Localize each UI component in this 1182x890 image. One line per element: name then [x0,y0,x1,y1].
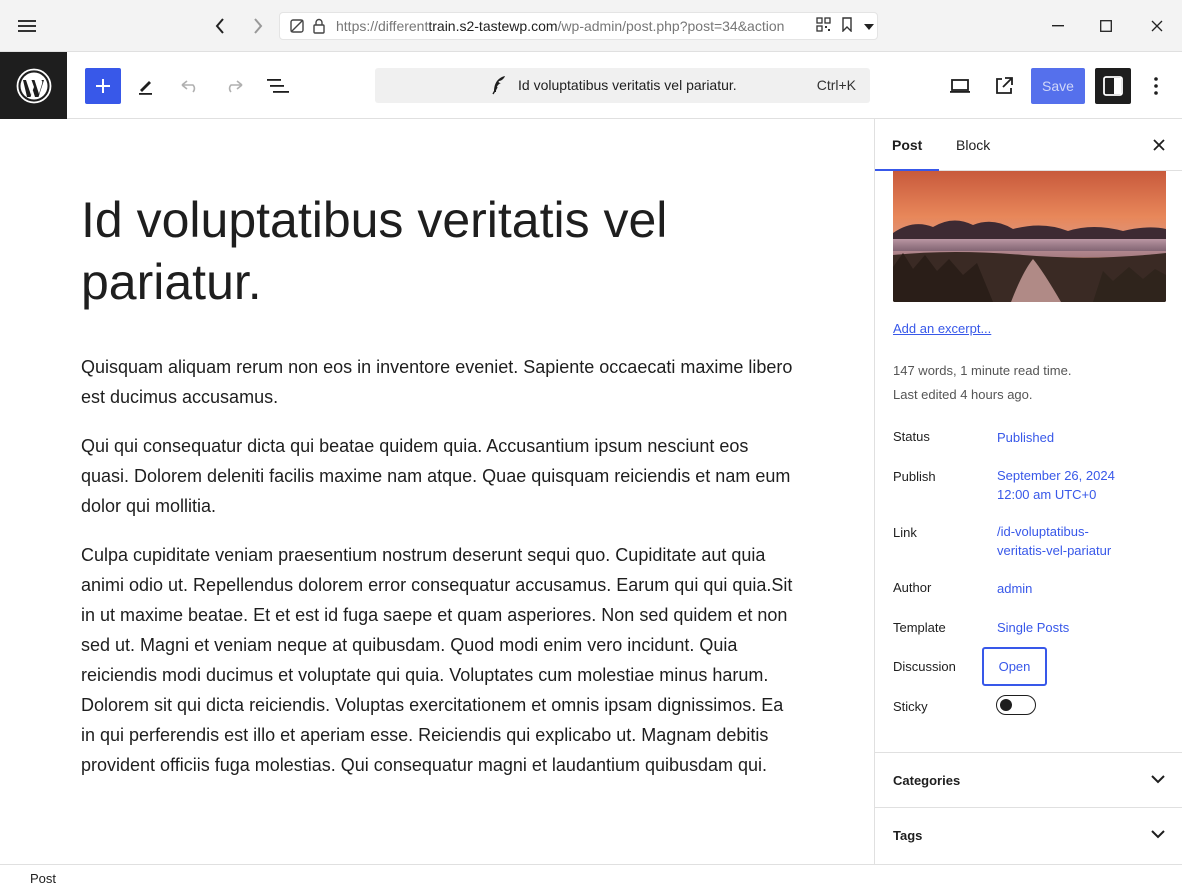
view-post-external-icon[interactable] [986,68,1022,104]
lock-icon[interactable] [310,17,328,35]
categories-panel[interactable]: Categories [875,752,1182,807]
author-button[interactable]: admin [997,579,1157,598]
browser-menu-icon[interactable] [12,12,42,40]
word-count: 147 words, 1 minute read time. [893,363,1072,378]
dropdown-arrow-icon[interactable] [863,18,875,34]
post-meta-info: 147 words, 1 minute read time. Last edit… [893,359,1071,407]
url-prefix: https://different [336,18,429,34]
featured-image[interactable] [893,171,1166,302]
post-title[interactable]: Id voluptatibus veritatis vel pariatur. [81,189,781,313]
redo-icon[interactable] [216,68,252,104]
minimize-icon[interactable] [1040,12,1076,40]
permalink-line1: /id-voluptatibus- [997,524,1089,539]
pencil-tool-icon[interactable] [128,68,164,104]
author-label: Author [893,580,932,595]
keyboard-shortcut: Ctrl+K [816,77,856,93]
tab-block[interactable]: Block [939,119,1007,171]
back-arrow-icon[interactable] [206,12,234,40]
save-button[interactable]: Save [1031,68,1085,104]
add-excerpt-link[interactable]: Add an excerpt... [893,321,991,336]
browser-toolbar: https://differenttrain.s2-tastewp.com/wp… [0,0,1182,52]
chevron-down-icon [1151,771,1165,789]
feather-icon [491,75,507,98]
add-block-button[interactable] [85,68,121,104]
chevron-down-icon [1151,826,1165,844]
window-close-icon[interactable] [1139,12,1175,40]
command-palette-bar[interactable]: Id voluptatibus veritatis vel pariatur. … [375,68,870,103]
undo-icon[interactable] [172,68,208,104]
publish-date-button[interactable]: September 26, 2024 12:00 am UTC+0 [997,466,1157,504]
paragraph-block[interactable]: Qui qui consequatur dicta qui beatae qui… [81,431,793,521]
url-path: /wp-admin/post.php?post=34&action [557,18,785,34]
bookmark-icon[interactable] [841,17,853,35]
publish-date: September 26, 2024 [997,468,1115,483]
permalink-button[interactable]: /id-voluptatibus- veritatis-vel-pariatur [997,522,1157,560]
url-text: https://differenttrain.s2-tastewp.com/wp… [336,18,808,34]
discussion-button[interactable]: Open [982,647,1047,686]
publish-time: 12:00 am UTC+0 [997,487,1097,502]
permalink-line2: veritatis-vel-pariatur [997,543,1112,558]
breadcrumb-post[interactable]: Post [30,871,56,886]
forward-arrow-icon[interactable] [244,12,272,40]
sidebar-icon [1103,76,1123,96]
url-domain: train.s2-tastewp.com [428,18,558,34]
link-label: Link [893,525,917,540]
paragraph-block[interactable]: Culpa cupiditate veniam praesentium nost… [81,540,793,780]
document-overview-icon[interactable] [260,68,296,104]
tracking-protection-icon[interactable] [288,17,306,35]
toggle-knob [1000,699,1012,711]
tags-panel-title: Tags [893,828,923,843]
editor-canvas: Id voluptatibus veritatis vel pariatur. … [0,119,874,864]
sticky-label: Sticky [893,699,928,714]
last-edited: Last edited 4 hours ago. [893,387,1033,402]
plus-icon [96,79,110,93]
template-button[interactable]: Single Posts [997,618,1157,637]
status-value-button[interactable]: Published [997,428,1157,447]
discussion-label: Discussion [893,659,956,674]
settings-sidebar-toggle[interactable] [1095,68,1131,104]
editor-header: Id voluptatibus veritatis vel pariatur. … [0,52,1182,119]
status-label: Status [893,429,930,444]
tags-panel[interactable]: Tags [875,807,1182,862]
options-menu-icon[interactable] [1138,68,1174,104]
template-label: Template [893,620,946,635]
categories-panel-title: Categories [893,773,961,788]
settings-sidebar: Post Block Add an excerpt... 147 words, … [874,119,1182,864]
block-breadcrumb-bar: Post [0,864,1182,890]
sidebar-tabs: Post Block [875,119,1182,171]
preview-device-icon[interactable] [942,68,978,104]
close-sidebar-icon[interactable] [1147,133,1171,157]
publish-label: Publish [893,469,936,484]
address-bar[interactable]: https://differenttrain.s2-tastewp.com/wp… [279,12,878,40]
post-body: Quisquam aliquam rerum non eos in invent… [81,352,793,799]
tab-post[interactable]: Post [875,119,940,171]
maximize-icon[interactable] [1088,12,1124,40]
sticky-toggle[interactable] [996,695,1036,715]
paragraph-block[interactable]: Quisquam aliquam rerum non eos in invent… [81,352,793,412]
wordpress-logo-icon[interactable] [0,52,67,119]
command-bar-title: Id voluptatibus veritatis vel pariatur. [518,77,737,93]
qr-code-icon[interactable] [816,17,831,35]
